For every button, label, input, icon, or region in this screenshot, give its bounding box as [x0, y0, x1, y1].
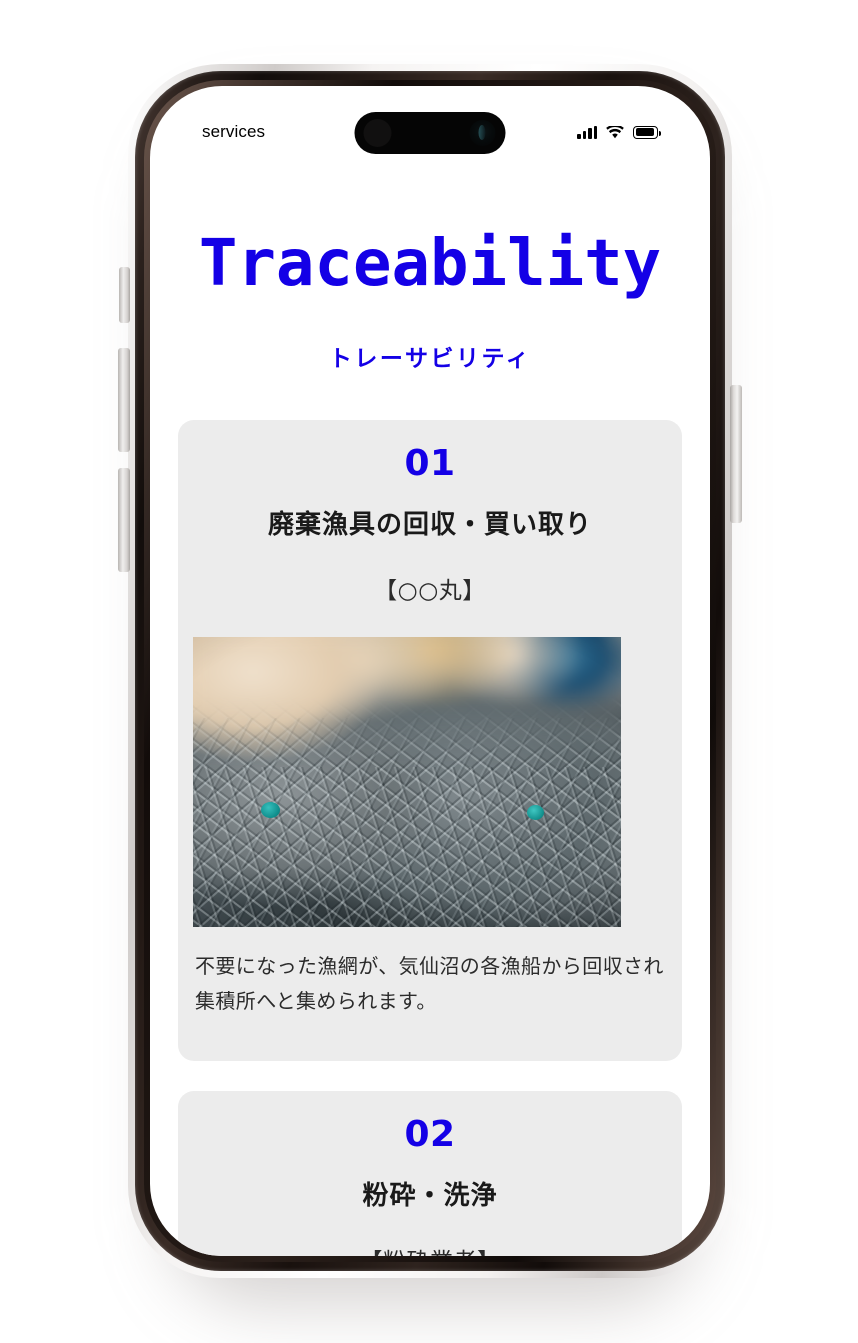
step-description: 不要になった漁網が、気仙沼の各漁船から回収され集積所へと集められます。: [195, 953, 664, 1013]
step-heading: 廃棄漁具の回収・買い取り: [267, 509, 592, 540]
volume-down-button[interactable]: [118, 468, 130, 572]
phone-screen: services Traceability トレーサビリティ 01 廃棄漁具の回…: [150, 86, 710, 1256]
step-number: 02: [404, 1113, 456, 1155]
status-indicators: [577, 124, 662, 139]
step-subject: 【○○丸】: [374, 577, 486, 604]
wifi-icon: [606, 124, 624, 139]
page-background: services Traceability トレーサビリティ 01 廃棄漁具の回…: [0, 0, 858, 1343]
cellular-signal-icon: [577, 125, 597, 139]
front-camera-icon: [469, 120, 496, 146]
page-content: Traceability トレーサビリティ 01 廃棄漁具の回収・買い取り 【○…: [150, 178, 710, 1256]
dynamic-island: [354, 112, 506, 154]
phone-outer-frame: services Traceability トレーサビリティ 01 廃棄漁具の回…: [128, 64, 732, 1278]
battery-full-icon: [633, 125, 662, 139]
step-heading: 粉砕・洗浄: [362, 1180, 498, 1211]
page-title: Traceability: [198, 227, 662, 301]
step-number: 01: [404, 442, 456, 484]
page-subtitle: トレーサビリティ: [328, 345, 532, 372]
fishing-net-photo: [193, 636, 621, 927]
action-button[interactable]: [119, 267, 130, 323]
status-carrier-label: services: [202, 122, 266, 141]
proximity-sensor-icon: [363, 119, 392, 147]
traceability-step-card[interactable]: 01 廃棄漁具の回収・買い取り 【○○丸】 不要になった漁網が、気仙沼の各漁船か…: [178, 419, 682, 1061]
volume-up-button[interactable]: [118, 348, 130, 452]
traceability-step-card[interactable]: 02 粉砕・洗浄 【粉砕業者】: [178, 1090, 682, 1256]
step-subject: 【粉砕業者】: [193, 1242, 667, 1256]
power-button[interactable]: [730, 385, 742, 523]
